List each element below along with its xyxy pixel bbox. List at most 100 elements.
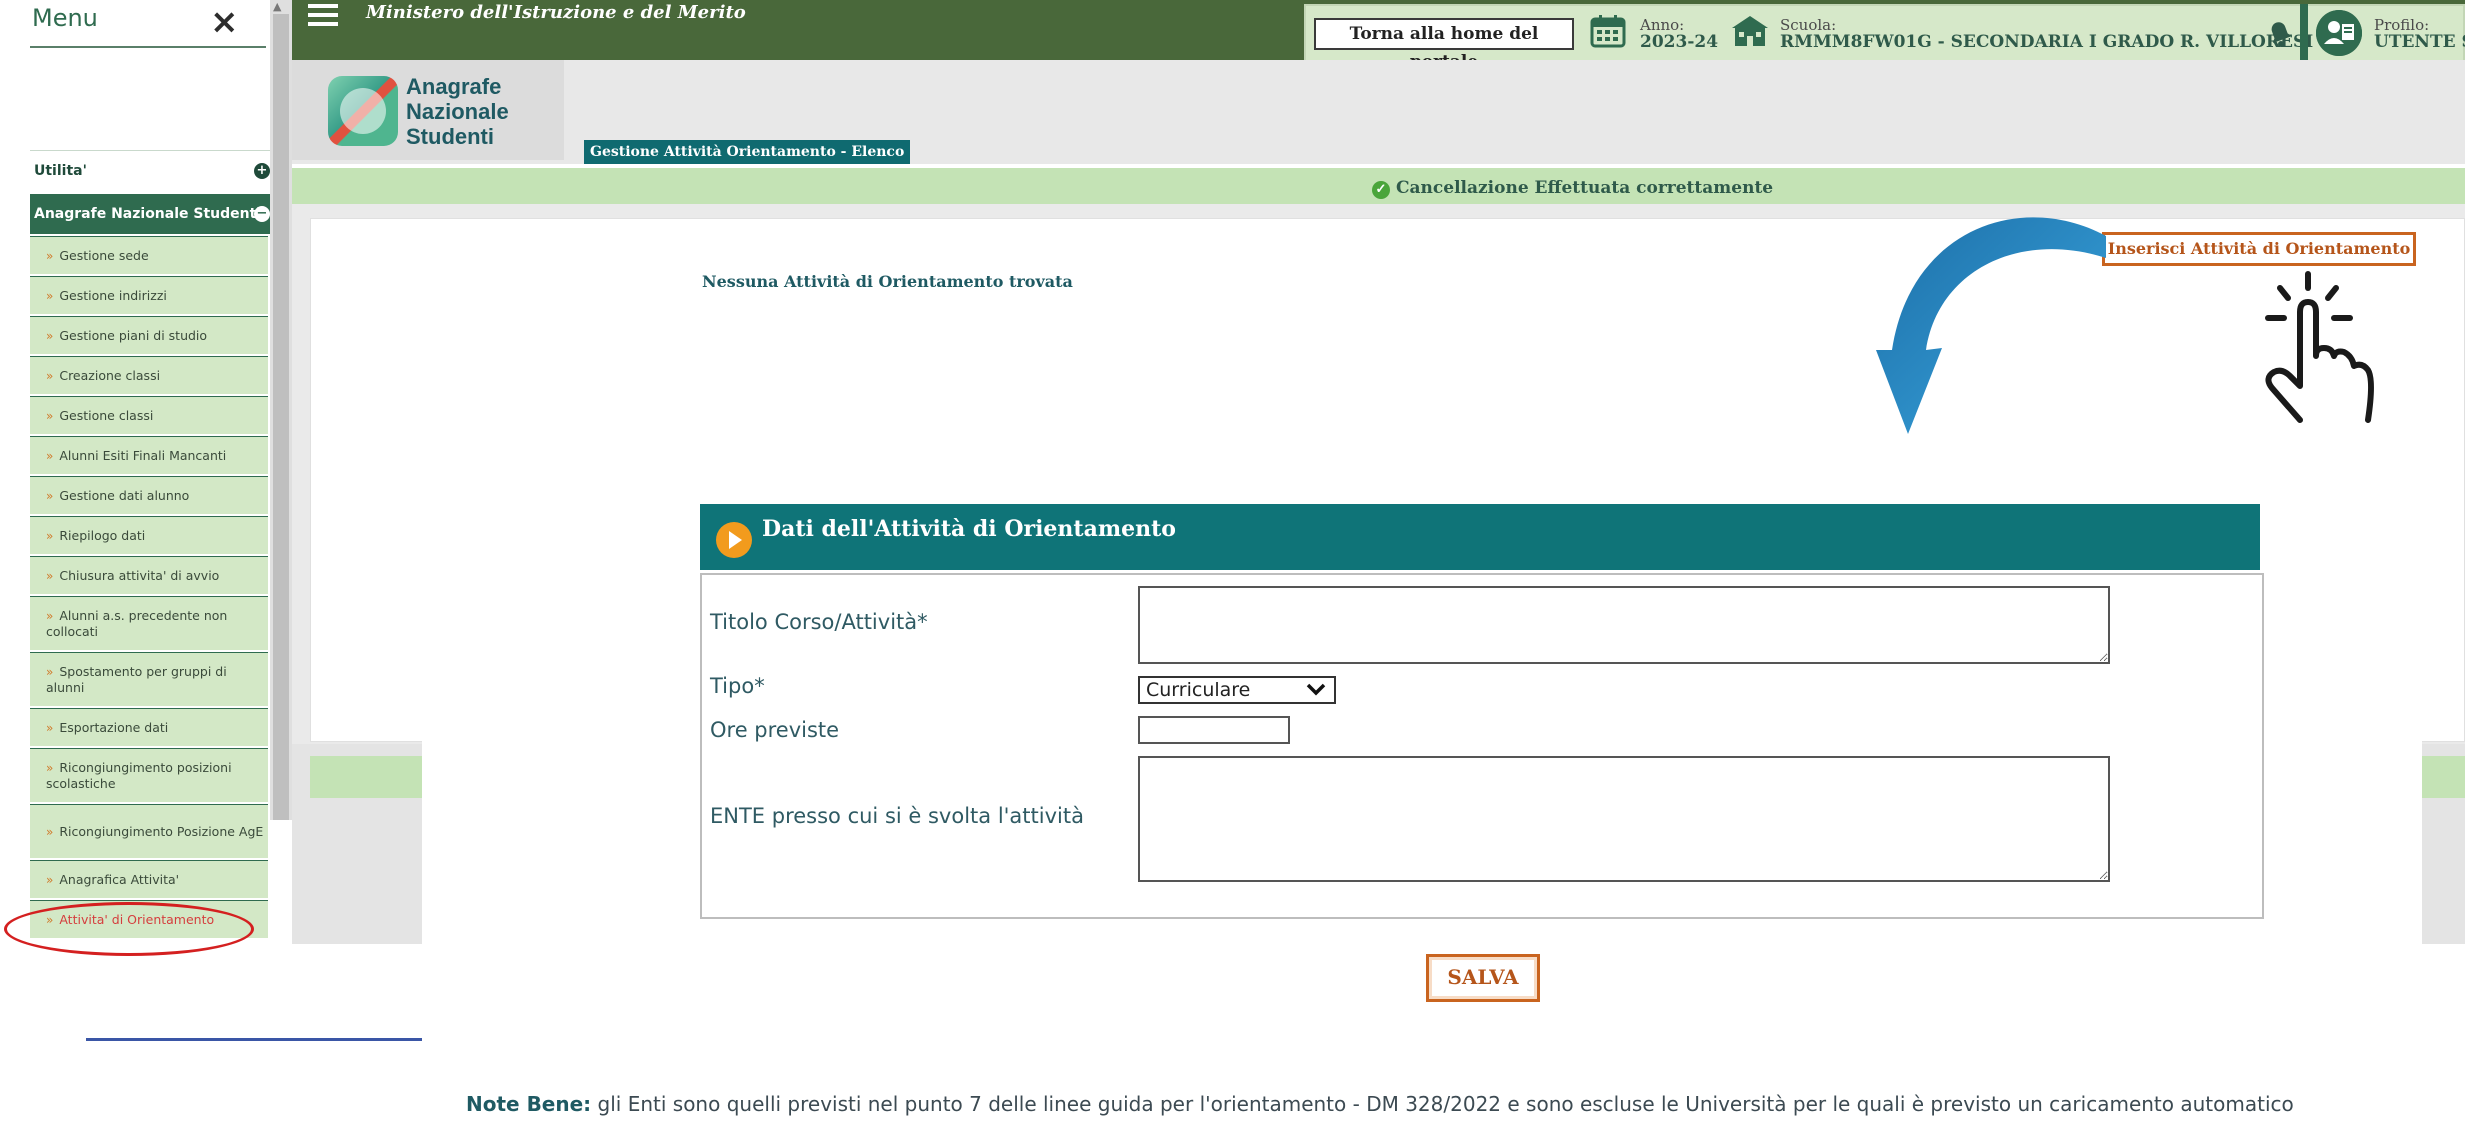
sidebar-item-label: Gestione indirizzi	[59, 288, 167, 303]
sidebar-scrollbar-thumb[interactable]	[273, 14, 289, 820]
logo-text: Nazionale	[406, 99, 509, 124]
sidebar-item-label: Esportazione dati	[59, 720, 169, 735]
play-arrow-icon	[716, 522, 752, 558]
highlight-circle	[4, 902, 254, 956]
chevron-down-icon	[1306, 679, 1326, 703]
form-title: Dati dell'Attività di Orientamento	[762, 516, 1176, 542]
chevron-right-icon: »	[46, 528, 54, 543]
menu-divider	[30, 46, 266, 48]
sidebar-item-gestione-sede[interactable]: » Gestione sede	[30, 236, 268, 276]
sidebar-item-creazione-classi[interactable]: » Creazione classi	[30, 356, 268, 396]
sidebar-item-label: Alunni a.s. precedente non collocati	[46, 607, 228, 639]
success-message: ✓ Cancellazione Effettuata correttamente	[1372, 178, 1773, 199]
check-circle-icon: ✓	[1372, 181, 1390, 199]
sidebar-item-label: Gestione classi	[59, 408, 154, 423]
titolo-textarea[interactable]	[1138, 586, 2110, 664]
tipo-selected-value: Curriculare	[1146, 679, 1251, 701]
sidebar-item-chiusura-attivita[interactable]: » Chiusura attivita' di avvio	[30, 556, 268, 596]
decorative-line	[86, 1038, 422, 1041]
sidebar-item-gestione-piani-di-studio[interactable]: » Gestione piani di studio	[30, 316, 268, 356]
sidebar-item-label-wrap: » Ricongiungimento posizioni scolastiche	[46, 760, 264, 792]
sidebar-section-label: Utilita'	[34, 163, 87, 179]
profile-icon[interactable]	[2316, 10, 2362, 56]
page-title: Gestione Attività Orientamento - Elenco	[584, 140, 911, 164]
sidebar-item-alunni-esiti-finali[interactable]: » Alunni Esiti Finali Mancanti	[30, 436, 268, 476]
logo-text: Studenti	[406, 124, 494, 149]
sidebar-item-label-wrap: » Spostamento per gruppi di alunni	[46, 664, 264, 696]
chevron-right-icon: »	[46, 368, 54, 383]
chevron-right-icon: »	[46, 664, 54, 679]
sidebar-item-gestione-classi[interactable]: » Gestione classi	[30, 396, 268, 436]
ore-input[interactable]	[1138, 716, 1290, 744]
save-button[interactable]: SALVA	[1426, 954, 1540, 1002]
sidebar-item-alunni-non-collocati[interactable]: » Alunni a.s. precedente non collocati	[30, 596, 268, 652]
expand-icon[interactable]: +	[254, 163, 270, 179]
school-icon	[1730, 14, 1770, 56]
sidebar-item-label-wrap: » Ricongiungimento Posizione AgE	[46, 824, 263, 840]
ans-logo-people-icon	[340, 88, 386, 134]
sidebar-item-label: Anagrafica Attivita'	[59, 872, 180, 887]
chevron-right-icon: »	[46, 448, 54, 463]
sidebar-item-label: Riepilogo dati	[59, 528, 146, 543]
chevron-right-icon: »	[46, 328, 54, 343]
scroll-up-icon[interactable]: ▲	[273, 0, 281, 13]
note-body: gli Enti sono quelli previsti nel punto …	[591, 1092, 2294, 1116]
no-results-message: Nessuna Attività di Orientamento trovata	[702, 272, 1073, 291]
sidebar-item-label: Gestione dati alunno	[59, 488, 190, 503]
top-divider	[2300, 4, 2308, 60]
sidebar-item-riepilogo-dati[interactable]: » Riepilogo dati	[30, 516, 268, 556]
chevron-right-icon: »	[46, 568, 54, 583]
hamburger-menu-icon[interactable]	[308, 4, 338, 31]
sidebar-item-label: Spostamento per gruppi di alunni	[46, 663, 227, 695]
chevron-right-icon: »	[46, 760, 54, 775]
sidebar-item-esportazione-dati[interactable]: » Esportazione dati	[30, 708, 268, 748]
sidebar-item-label: Gestione sede	[59, 248, 149, 263]
chevron-right-icon: »	[46, 248, 54, 263]
ente-label: ENTE presso cui si è svolta l'attività	[710, 804, 1084, 828]
sidebar-item-label: Ricongiungimento posizioni scolastiche	[46, 759, 232, 791]
ente-textarea[interactable]	[1138, 756, 2110, 882]
sidebar-item-gestione-dati-alunno[interactable]: » Gestione dati alunno	[30, 476, 268, 516]
tipo-select[interactable]: Curriculare	[1138, 676, 1336, 704]
success-text: Cancellazione Effettuata correttamente	[1396, 178, 1774, 198]
scuola-value: RMMM8FW01G - SECONDARIA I GRADO R. VILLO…	[1780, 32, 2314, 52]
insert-activity-button[interactable]: Inserisci Attività di Orientamento	[2102, 232, 2416, 266]
sidebar-item-anagrafica-attivita[interactable]: » Anagrafica Attivita'	[30, 860, 268, 900]
sidebar-item-label: Chiusura attivita' di avvio	[59, 568, 220, 583]
sidebar-item-label-wrap: » Alunni a.s. precedente non collocati	[46, 608, 264, 640]
sidebar-item-ricongiungimento-age[interactable]: » Ricongiungimento Posizione AgE	[30, 804, 268, 860]
bell-icon[interactable]	[2264, 18, 2296, 55]
sidebar-section-utilita[interactable]: Utilita' +	[30, 150, 270, 190]
chevron-right-icon: »	[46, 608, 54, 623]
note-text: Note Bene: gli Enti sono quelli previsti…	[466, 1092, 2294, 1116]
sidebar-item-ricongiungimento-posizioni[interactable]: » Ricongiungimento posizioni scolastiche	[30, 748, 268, 804]
anno-value: 2023-24	[1640, 32, 1719, 52]
profilo-value: UTENTE S	[2374, 32, 2465, 52]
ministry-title: Ministero dell'Istruzione e del Merito	[366, 2, 746, 23]
chevron-right-icon: »	[46, 824, 54, 839]
chevron-right-icon: »	[46, 408, 54, 423]
sidebar-item-label: Creazione classi	[59, 368, 161, 383]
titolo-label: Titolo Corso/Attività*	[710, 610, 928, 634]
ore-label: Ore previste	[710, 718, 840, 742]
collapse-icon[interactable]: −	[254, 206, 270, 222]
calendar-icon	[1590, 14, 1626, 56]
sidebar-item-label: Gestione piani di studio	[59, 328, 208, 343]
tipo-label: Tipo*	[710, 674, 765, 698]
sidebar-item-label: Alunni Esiti Finali Mancanti	[59, 448, 227, 463]
close-icon[interactable]: ×	[210, 2, 239, 42]
menu-title: Menu	[32, 4, 98, 32]
sidebar-section-anagrafe[interactable]: Anagrafe Nazionale Studenti −	[30, 194, 270, 234]
sidebar-item-spostamento-gruppi[interactable]: » Spostamento per gruppi di alunni	[30, 652, 268, 708]
note-label: Note Bene:	[466, 1092, 592, 1116]
chevron-right-icon: »	[46, 720, 54, 735]
chevron-right-icon: »	[46, 288, 54, 303]
home-portal-button[interactable]: Torna alla home del portale	[1314, 18, 1574, 72]
sidebar-item-label: Ricongiungimento Posizione AgE	[59, 823, 264, 839]
sidebar-item-gestione-indirizzi[interactable]: » Gestione indirizzi	[30, 276, 268, 316]
hand-pointer-icon	[2265, 271, 2374, 423]
chevron-right-icon: »	[46, 872, 54, 887]
logo-text: Anagrafe	[406, 74, 502, 99]
sidebar: Menu × Utilita' + Anagrafe Nazionale Stu…	[0, 0, 270, 944]
chevron-right-icon: »	[46, 488, 54, 503]
